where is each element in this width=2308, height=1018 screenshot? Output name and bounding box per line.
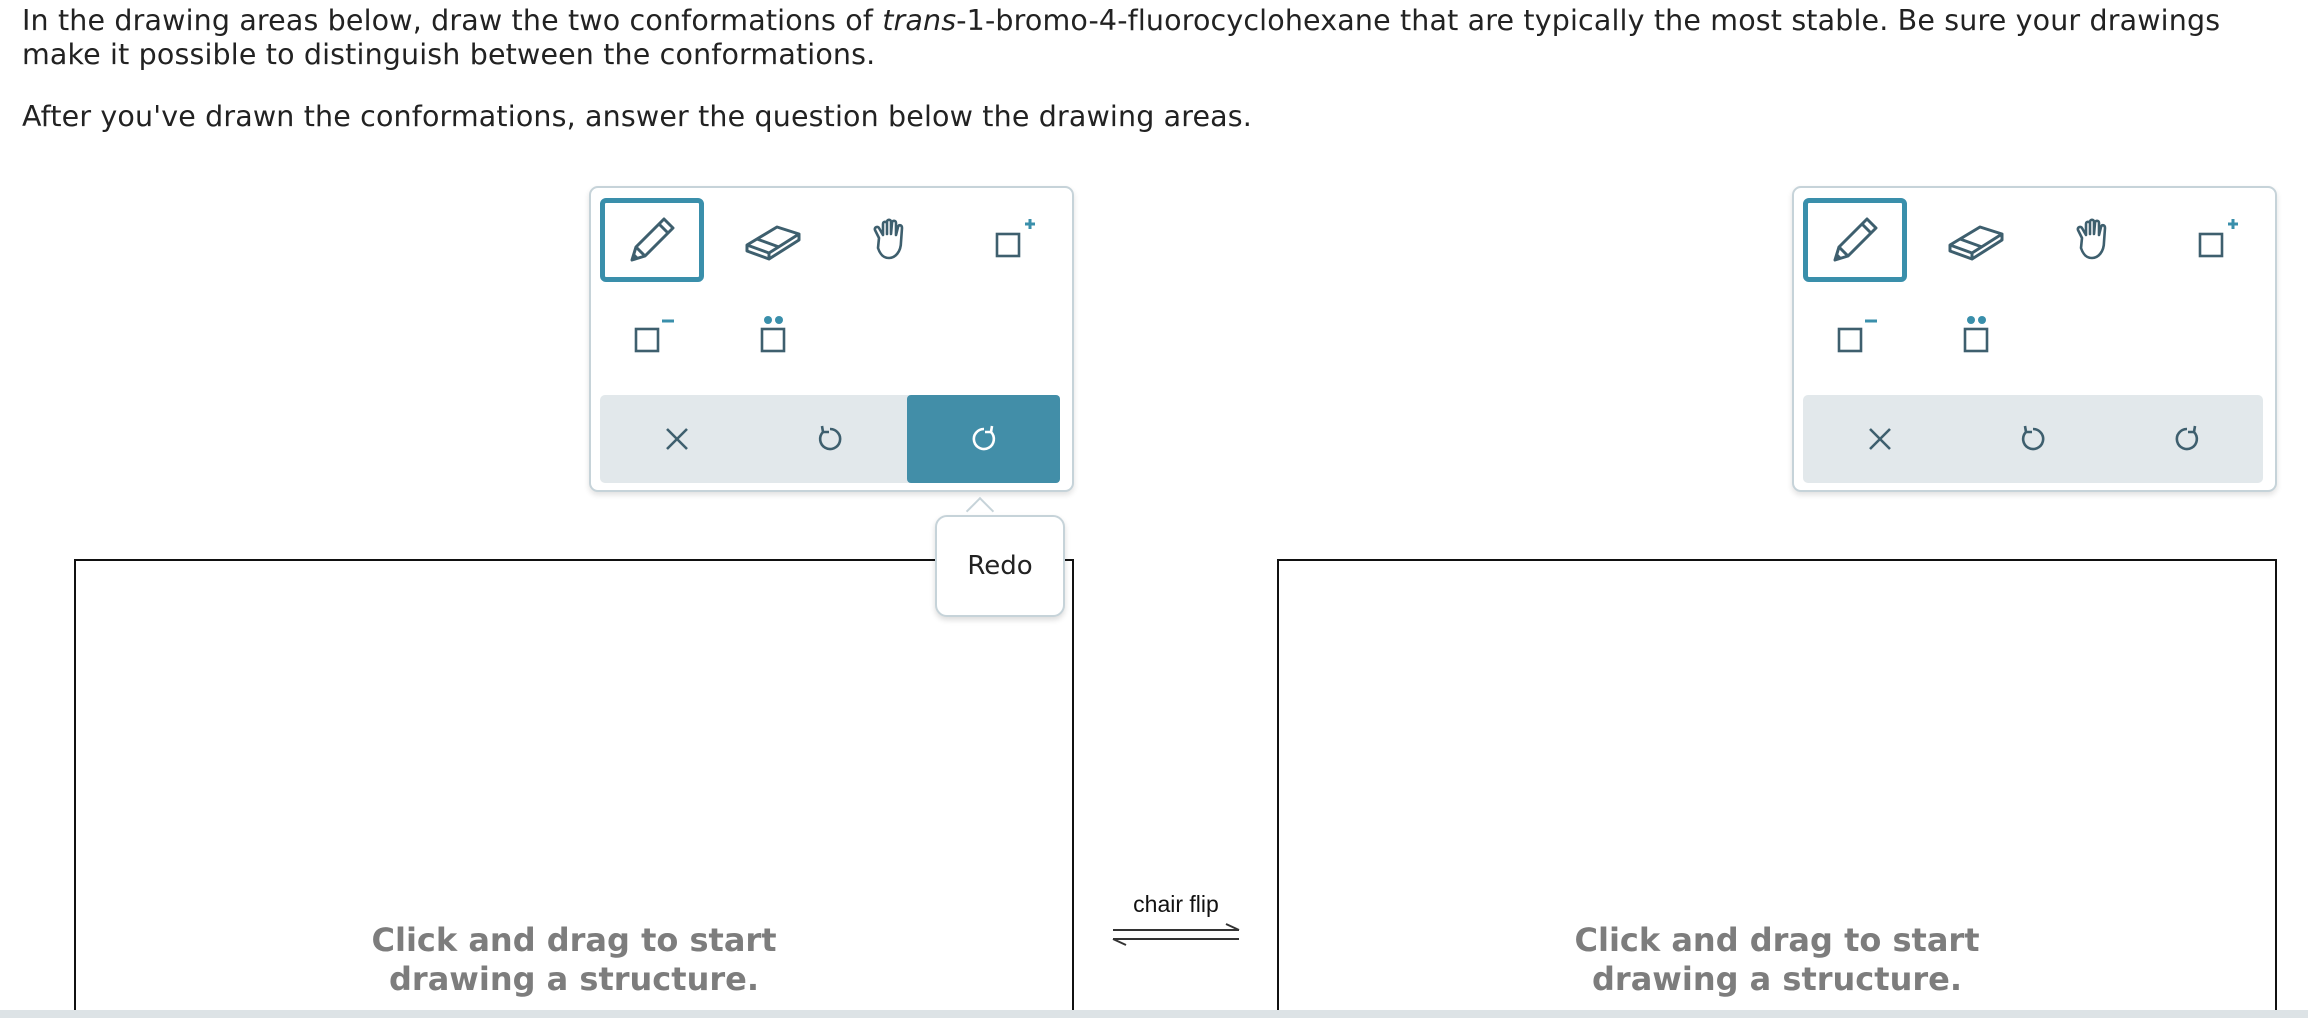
redo-tooltip: Redo [935, 515, 1065, 617]
instruction-text-start: In the drawing areas below, draw the two… [22, 4, 883, 37]
chair-flip-label: chair flip [1133, 891, 1219, 917]
chair-flip-equilibrium: chair flip [1110, 890, 1242, 950]
clear-button[interactable] [1803, 395, 1956, 483]
eraser-icon [1948, 225, 2004, 261]
drawing-area-left[interactable]: Click and drag to start drawing a struct… [74, 559, 1074, 1018]
lone-pair-icon [1963, 316, 1989, 353]
negative-charge-tool-button[interactable] [600, 293, 704, 377]
eraser-icon [745, 225, 801, 261]
tooltip-text: Redo [967, 551, 1033, 581]
redo-button[interactable] [2110, 395, 2263, 483]
redo-icon [972, 425, 995, 451]
pencil-tool-button[interactable] [600, 198, 704, 282]
instruction-trans-italic: trans [882, 4, 957, 37]
move-tool-button[interactable] [2044, 198, 2148, 282]
undo-icon [818, 425, 841, 451]
lone-pair-tool-button[interactable] [1924, 293, 2028, 377]
lone-pair-icon [760, 316, 786, 353]
negative-charge-tool-button[interactable] [1803, 293, 1907, 377]
placeholder-line-2: drawing a structure. [1592, 960, 1962, 998]
drawing-area-right[interactable]: Click and drag to start drawing a struct… [1277, 559, 2277, 1018]
undo-button[interactable] [753, 395, 906, 483]
bottom-scroll-bar [0, 1010, 2308, 1018]
pencil-icon [630, 217, 675, 262]
clear-button[interactable] [600, 395, 753, 483]
drawing-placeholder: Click and drag to start drawing a struct… [1279, 921, 2275, 999]
undo-icon [2021, 425, 2044, 451]
instruction-line-2: After you've drawn the conformations, an… [22, 100, 1253, 133]
placeholder-line-1: Click and drag to start [1574, 921, 1980, 959]
action-bar [600, 395, 1060, 483]
redo-icon [2175, 425, 2198, 451]
toolbar-panel-left [589, 186, 1074, 492]
pencil-tool-button[interactable] [1803, 198, 1907, 282]
positive-charge-tool-button[interactable] [2164, 198, 2268, 282]
drawing-placeholder: Click and drag to start drawing a struct… [76, 921, 1072, 999]
placeholder-line-2: drawing a structure. [389, 960, 759, 998]
placeholder-line-1: Click and drag to start [371, 921, 777, 959]
eraser-tool-button[interactable] [721, 198, 825, 282]
negative-charge-icon [634, 319, 674, 353]
undo-button[interactable] [1956, 395, 2109, 483]
negative-charge-icon [1837, 319, 1877, 353]
eraser-tool-button[interactable] [1924, 198, 2028, 282]
redo-button[interactable] [907, 395, 1060, 483]
positive-charge-icon [2198, 219, 2238, 258]
toolbar-panel-right [1792, 186, 2277, 492]
hand-icon [2076, 218, 2107, 260]
pencil-icon [1833, 217, 1878, 262]
instructions: In the drawing areas below, draw the two… [22, 4, 2292, 134]
close-icon [665, 428, 688, 450]
hand-icon [873, 218, 904, 260]
positive-charge-tool-button[interactable] [961, 198, 1065, 282]
instruction-line-1: In the drawing areas below, draw the two… [22, 4, 2292, 72]
move-tool-button[interactable] [841, 198, 945, 282]
lone-pair-tool-button[interactable] [721, 293, 825, 377]
equilibrium-arrows-icon [1112, 923, 1240, 946]
positive-charge-icon [995, 219, 1035, 258]
close-icon [1868, 428, 1891, 450]
action-bar [1803, 395, 2263, 483]
